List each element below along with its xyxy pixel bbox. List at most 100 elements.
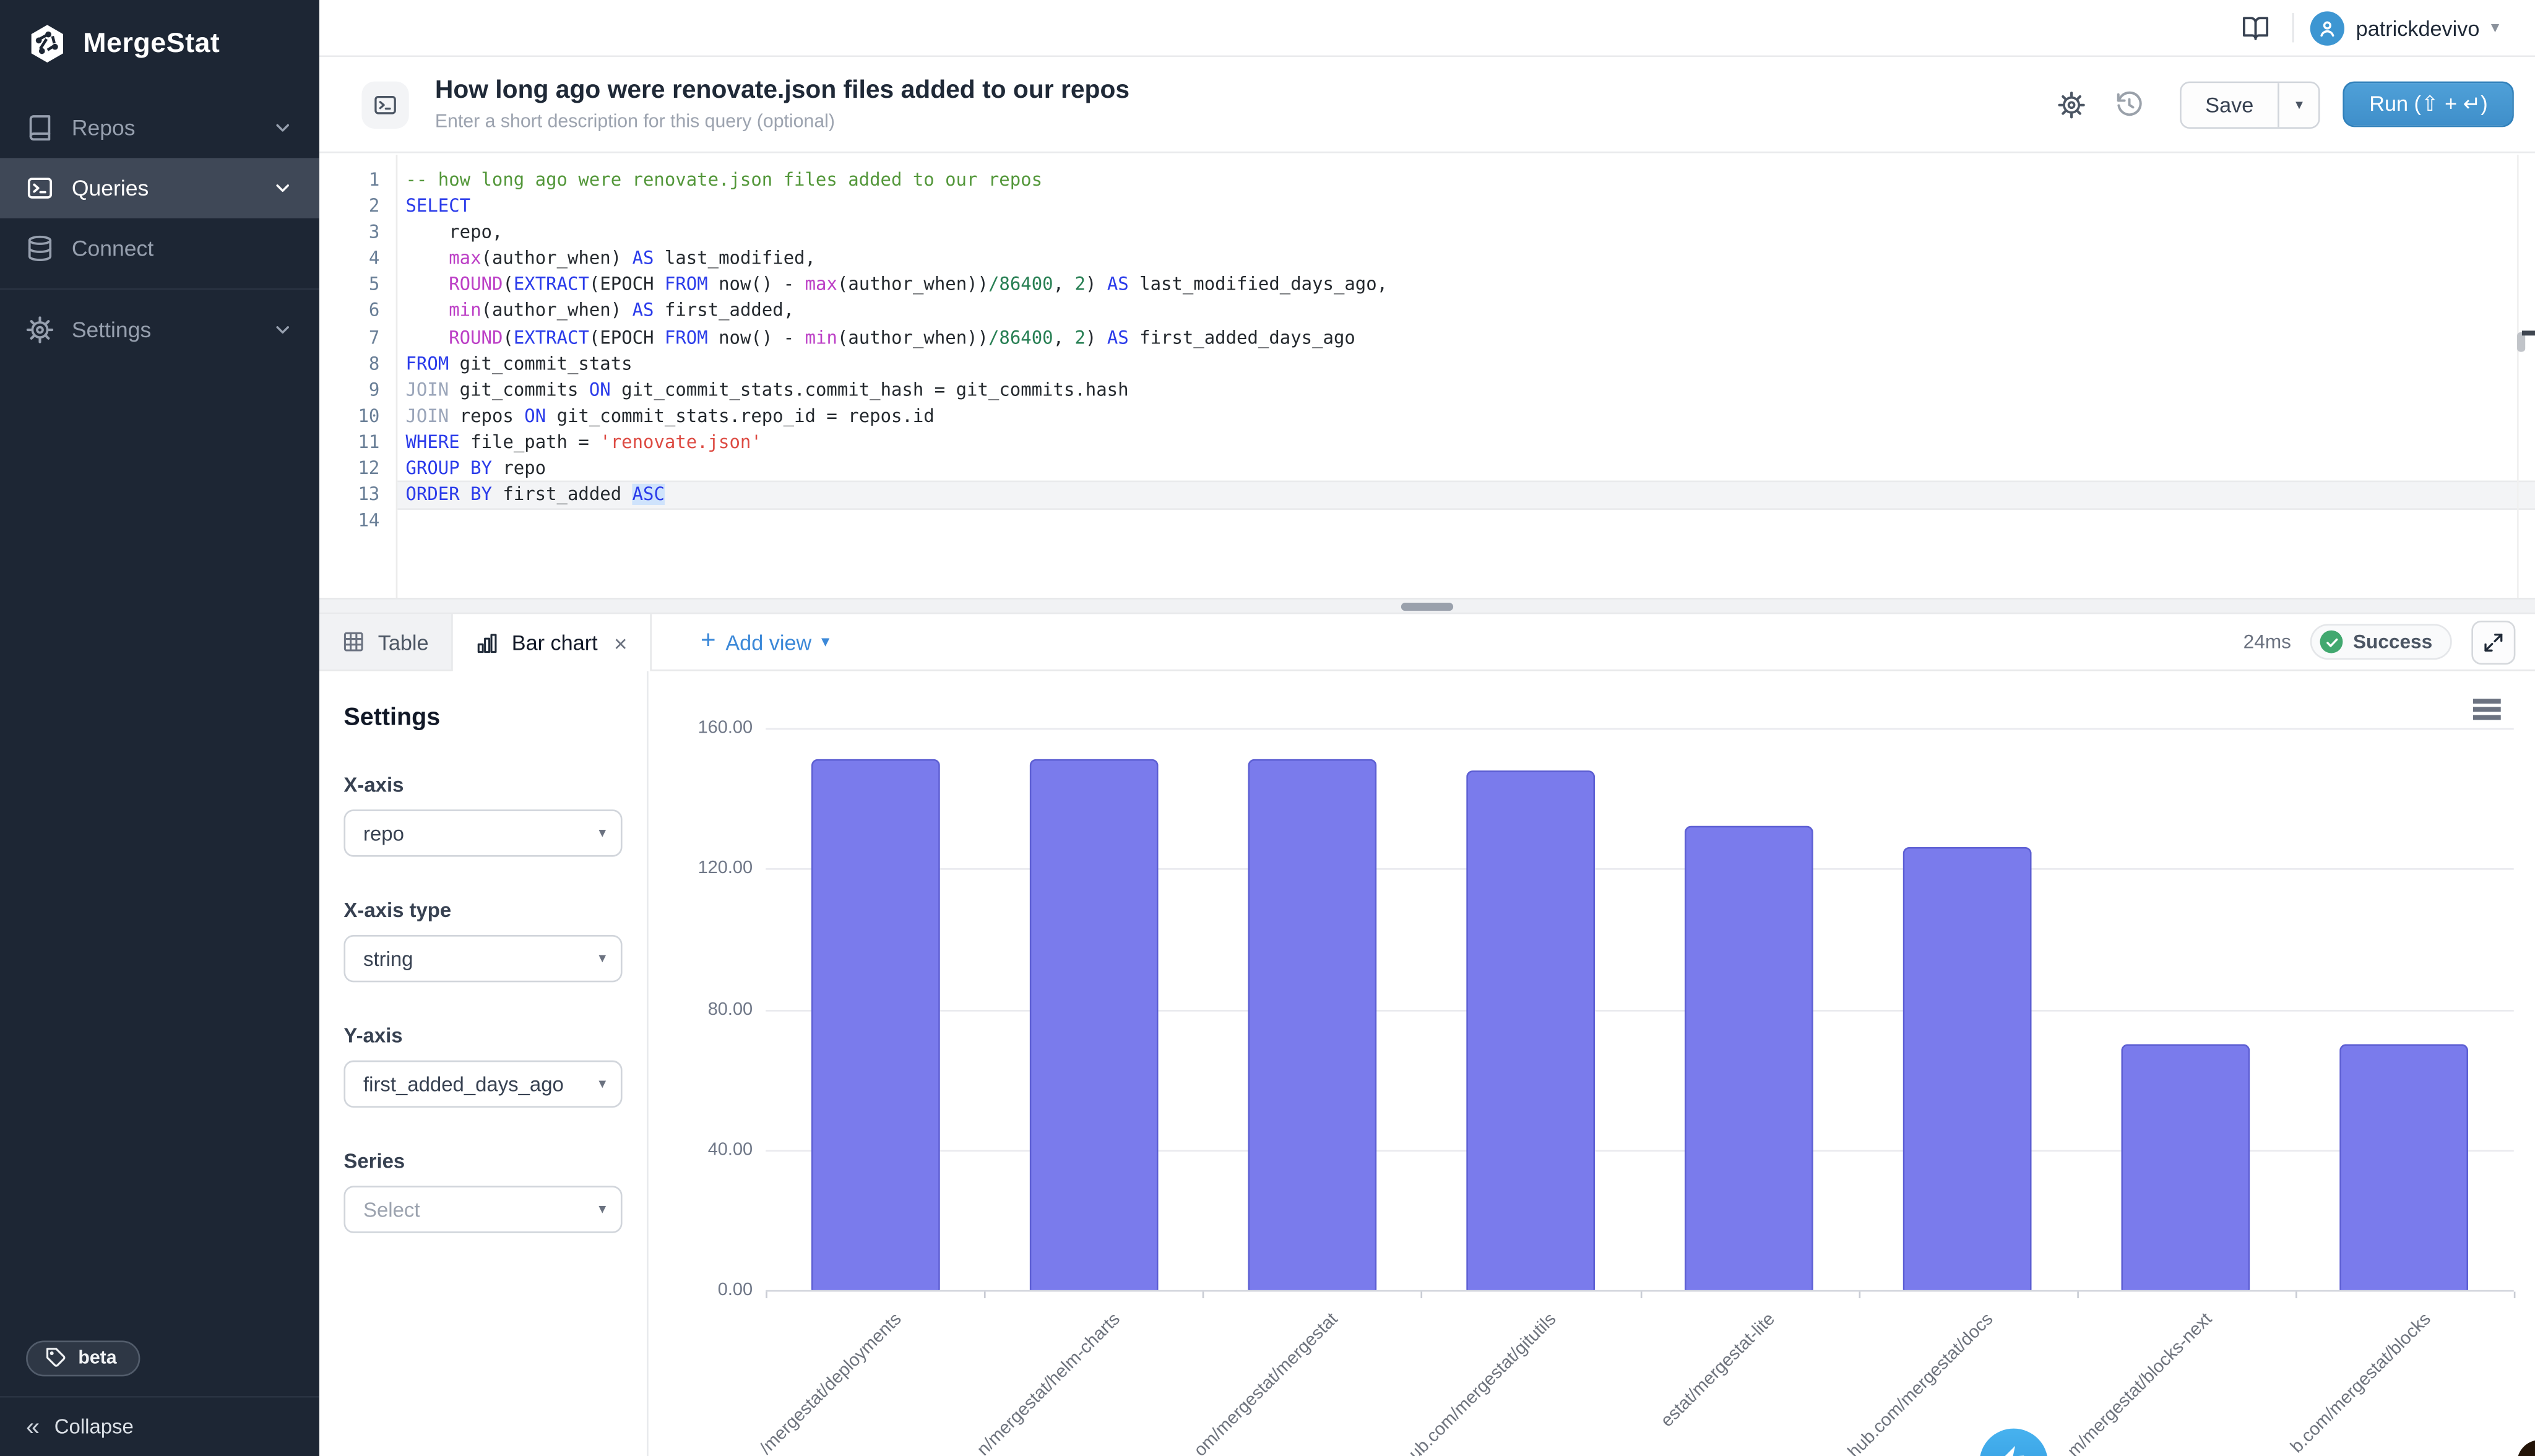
sidebar-item-label: Queries	[72, 176, 254, 200]
add-view-label: Add view	[725, 629, 811, 653]
bar	[1029, 760, 1158, 1290]
x-axis-tick	[2514, 1291, 2516, 1298]
y-tick-label: 120.00	[675, 859, 753, 879]
gridline	[766, 1009, 2514, 1011]
caret-down-icon: ▾	[598, 950, 606, 968]
app-root: MergeStat Repos Qu	[0, 0, 2535, 1456]
line-number: 2	[319, 194, 396, 220]
y-tick-label: 40.00	[675, 1140, 753, 1160]
sidebar-item-settings[interactable]: Settings	[0, 299, 319, 360]
expand-results-button[interactable]	[2471, 620, 2515, 664]
bar	[1248, 760, 1376, 1290]
bar-chart-icon	[476, 631, 499, 654]
editor-gutter: 1234567891011121314	[319, 168, 396, 535]
x-axis-tick	[1203, 1291, 1204, 1298]
bar	[2122, 1045, 2250, 1290]
caret-down-icon: ▾	[2491, 19, 2499, 37]
x-axis-label: ub.com/mergestat/gitutils	[1406, 1309, 1561, 1456]
code-line: JOIN repos ON git_commit_stats.repo_id =…	[397, 403, 2535, 429]
sidebar-nav: Repos Queries	[0, 98, 319, 360]
editor-scroll-marker	[2522, 330, 2535, 335]
x-axis-tick	[984, 1291, 986, 1298]
x-axis-label: estat/mergestat-lite	[1657, 1309, 1779, 1431]
y-axis-value: first_added_days_ago	[363, 1072, 564, 1095]
x-axis-type-select[interactable]: string ▾	[343, 935, 622, 982]
sidebar-item-label: Repos	[72, 116, 254, 140]
app-title: MergeStat	[83, 28, 220, 61]
terminal-icon	[26, 174, 54, 202]
editor-scrollbar-track	[2517, 155, 2519, 598]
query-title[interactable]: How long ago were renovate.json files ad…	[435, 77, 2050, 106]
line-number: 4	[319, 246, 396, 272]
line-number: 5	[319, 273, 396, 299]
chevron-down-icon	[272, 118, 293, 139]
beta-badge: beta	[26, 1340, 139, 1376]
run-button[interactable]: Run (⇧ + ↵)	[2343, 82, 2514, 127]
save-options-caret[interactable]: ▾	[2278, 82, 2319, 126]
tag-icon	[46, 1347, 67, 1368]
code-line: FROM git_commit_stats	[397, 351, 2535, 377]
sidebar-item-repos[interactable]: Repos	[0, 98, 319, 158]
gridline	[766, 728, 2514, 730]
sidebar-item-label: Settings	[72, 317, 254, 342]
y-axis-label: Y-axis	[343, 1025, 622, 1048]
bar	[1903, 848, 2032, 1290]
app-logo: MergeStat	[0, 0, 319, 82]
series-label: Series	[343, 1150, 622, 1173]
query-duration: 24ms	[2243, 631, 2291, 653]
close-icon[interactable]: ×	[614, 629, 628, 655]
mergestat-logo-icon	[26, 23, 68, 65]
tab-table[interactable]: Table	[319, 614, 453, 670]
check-circle-icon	[2320, 631, 2343, 653]
docs-book-icon[interactable]	[2235, 7, 2276, 48]
book-icon	[26, 114, 54, 142]
chart-settings-panel: Settings X-axis repo ▾ X-axis type strin…	[319, 671, 647, 1456]
collapse-sidebar-button[interactable]: « Collapse	[0, 1398, 319, 1456]
beta-label: beta	[78, 1348, 116, 1368]
x-axis-type-value: string	[363, 947, 413, 970]
collapse-label: Collapse	[54, 1416, 134, 1439]
database-icon	[26, 235, 54, 262]
settings-heading: Settings	[343, 704, 622, 731]
results-panel: Settings X-axis repo ▾ X-axis type strin…	[319, 671, 2535, 1456]
line-number: 10	[319, 403, 396, 429]
sidebar-item-queries[interactable]: Queries	[0, 158, 319, 218]
panel-resize-handle[interactable]	[319, 598, 2535, 614]
line-number: 14	[319, 509, 396, 535]
sql-editor[interactable]: 1234567891011121314 -- how long ago were…	[319, 155, 2535, 598]
save-button[interactable]: Save	[2181, 82, 2278, 126]
x-axis-type-label: X-axis type	[343, 899, 622, 922]
query-history-icon[interactable]	[2107, 83, 2149, 125]
series-select[interactable]: Select ▾	[343, 1186, 622, 1233]
tab-label: Table	[378, 629, 429, 653]
caret-down-icon: ▾	[598, 1200, 606, 1218]
account-menu[interactable]: patrickdevivo ▾	[2310, 11, 2499, 45]
query-settings-gear-icon[interactable]	[2050, 84, 2091, 125]
tab-bar-chart[interactable]: Bar chart ×	[453, 614, 652, 671]
x-axis-label: n/mergestat/helm-charts	[973, 1309, 1123, 1456]
line-number: 3	[319, 220, 396, 246]
bar	[2340, 1045, 2469, 1290]
avatar	[2310, 11, 2344, 45]
status-badge: Success	[2311, 624, 2452, 660]
code-line: ORDER BY first_added ASC	[397, 483, 2535, 509]
y-tick-label: 80.00	[675, 999, 753, 1019]
query-description-input[interactable]: Enter a short description for this query…	[435, 113, 2050, 132]
x-axis-tick	[1640, 1291, 1642, 1298]
y-axis-select[interactable]: first_added_days_ago ▾	[343, 1061, 622, 1108]
sidebar-item-connect[interactable]: Connect	[0, 218, 319, 278]
divider	[2292, 13, 2294, 42]
gear-icon	[26, 316, 54, 344]
table-grid-icon	[342, 631, 365, 653]
editor-code[interactable]: -- how long ago were renovate.json files…	[397, 155, 2535, 535]
code-line: WHERE file_path = 'renovate.json'	[397, 430, 2535, 456]
x-axis-select[interactable]: repo ▾	[343, 809, 622, 856]
bar-chart: 160.00120.0080.0040.000.00/mergestat/dep…	[647, 671, 2535, 1456]
code-line: min(author_when) AS first_added,	[397, 299, 2535, 325]
line-number: 1	[319, 168, 396, 194]
sidebar-item-label: Connect	[72, 236, 293, 261]
x-axis-label: om/mergestat/mergestat	[1191, 1309, 1342, 1456]
chart-plot: 160.00120.0080.0040.000.00/mergestat/dep…	[647, 671, 2535, 1456]
code-line: ROUND(EXTRACT(EPOCH FROM now() - max(aut…	[397, 273, 2535, 299]
add-view-button[interactable]: + Add view ▾	[701, 614, 829, 670]
